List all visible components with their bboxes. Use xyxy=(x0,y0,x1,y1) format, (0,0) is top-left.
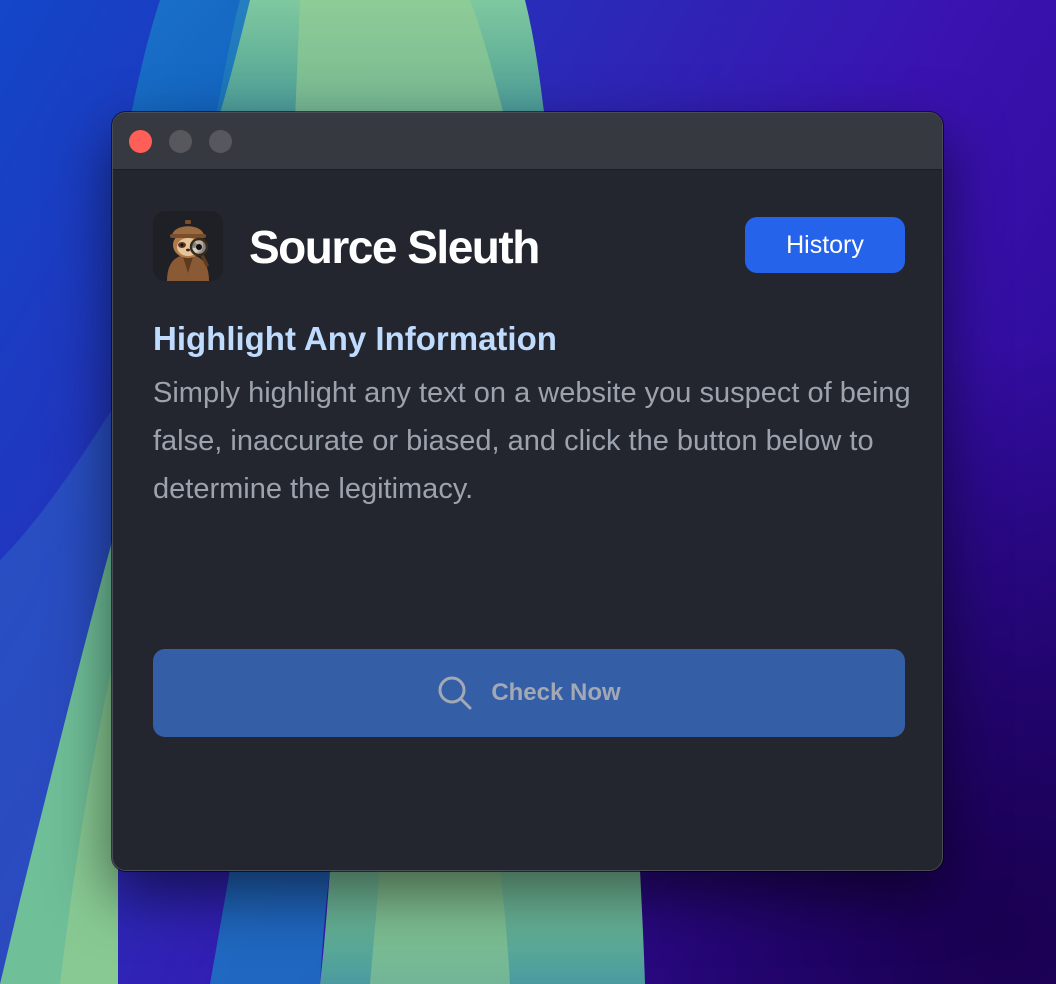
title-bar xyxy=(113,113,942,170)
search-icon xyxy=(438,676,472,710)
check-now-button[interactable]: Check Now xyxy=(153,649,905,737)
desktop-background: Source Sleuth History Highlight Any Info… xyxy=(0,0,1056,984)
check-now-label: Check Now xyxy=(491,679,621,706)
zoom-window-button[interactable] xyxy=(209,130,232,153)
close-window-button[interactable] xyxy=(129,130,152,153)
instructions-text: Simply highlight any text on a website y… xyxy=(153,377,911,505)
sloth-detective-icon xyxy=(153,211,223,281)
app-window: Source Sleuth History Highlight Any Info… xyxy=(112,112,943,871)
app-title: Source Sleuth xyxy=(249,221,540,273)
section-heading: Highlight Any Information xyxy=(153,320,557,357)
minimize-window-button[interactable] xyxy=(169,130,192,153)
app-header: Source Sleuth History xyxy=(153,211,905,283)
history-button[interactable]: History xyxy=(745,217,905,273)
